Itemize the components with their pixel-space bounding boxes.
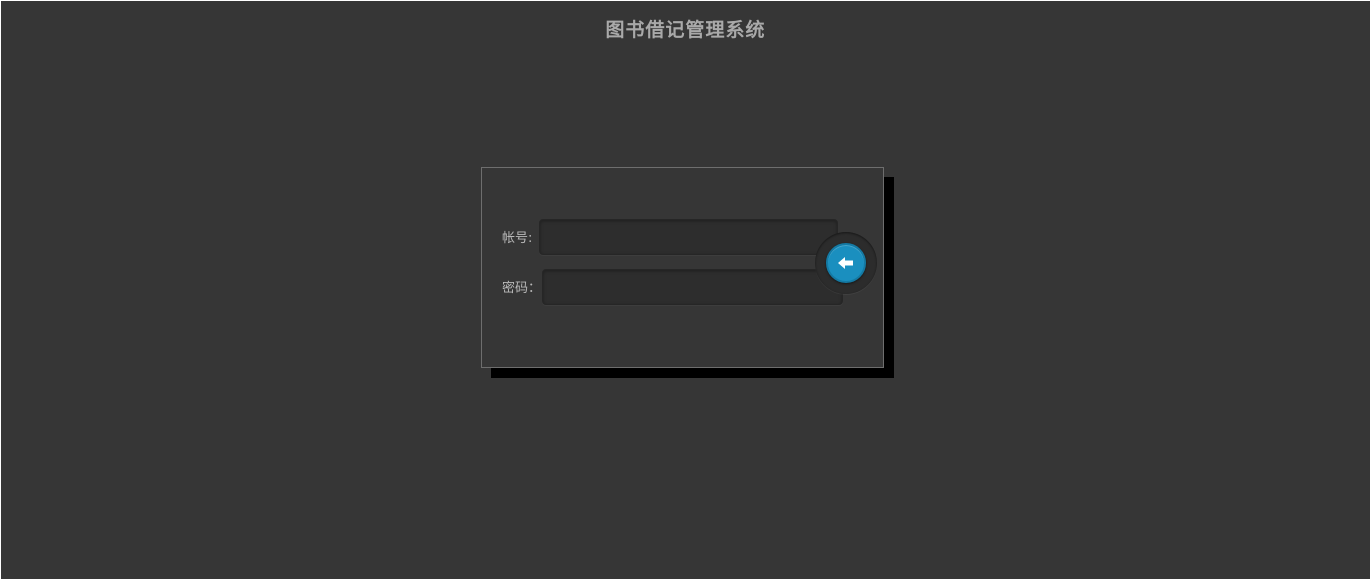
account-label: 帐号: bbox=[502, 231, 533, 246]
page-title: 图书借记管理系统 bbox=[605, 19, 766, 41]
account-input[interactable] bbox=[539, 219, 838, 255]
password-label: 密码： bbox=[502, 281, 542, 296]
login-panel: 帐号: 密码： bbox=[481, 167, 884, 368]
arrow-left-icon bbox=[838, 257, 853, 269]
password-input[interactable] bbox=[542, 269, 843, 305]
login-button[interactable] bbox=[826, 243, 866, 283]
login-button-ring bbox=[815, 232, 877, 294]
page-background: 图书借记管理系统 帐号: 密码： bbox=[1, 1, 1370, 579]
